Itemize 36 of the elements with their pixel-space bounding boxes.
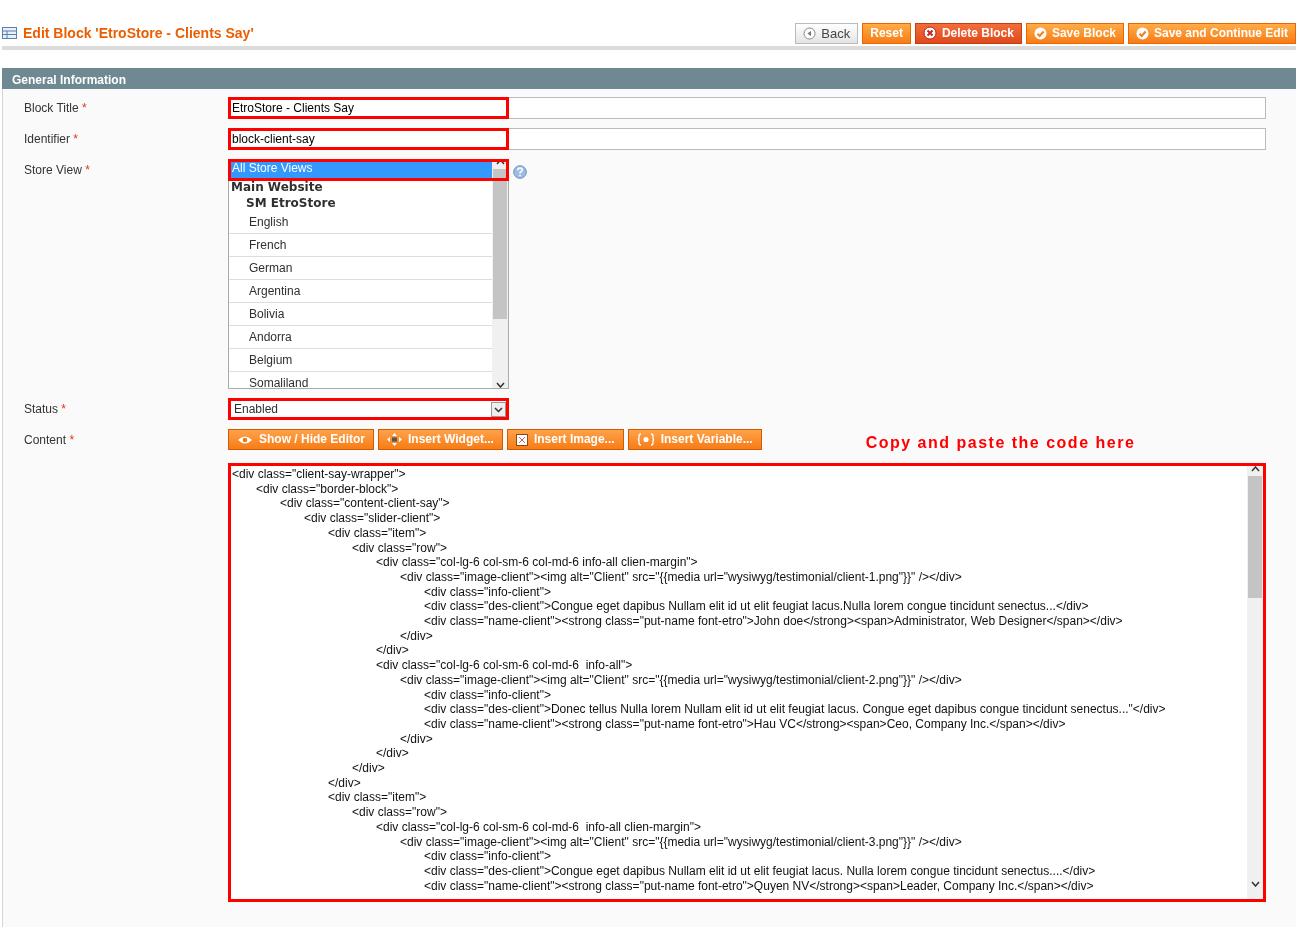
eye-icon xyxy=(237,434,253,445)
scrollbar[interactable] xyxy=(1247,466,1263,899)
field-label: Identifier * xyxy=(24,132,79,146)
store-option[interactable]: Belgium xyxy=(229,349,492,372)
code-text: <div class="client-say-wrapper"> <div class="border-block"> <div class="content-client-say"> <div class="slider-client"> <div class="item"> <div class="row"> <div class="col-lg-6 col-sm-6 col-md-6 info-all clien-margin"> <div class="image-client"><img alt="Client" src="{{media url="wysiwyg/testimonial/client-1.png"}}" /></div> <div class="info-client"> <div class="des-client">Congue eget dapibus Nullam elit id ut elit feugiat lacus.Nulla lorem congue tincidunt senectus...</div> <div class="name-client"><strong class="put-name font-etro">John doe</strong><span>Administrator, Web Designer</span></div> </div> </div> <div class="col-lg-6 col-sm-6 col-md-6 info-all"> <div class="image-client"><img alt="Client" src="{{media url="wysiwyg/testimonial/client-2.png"}}" /></div> <div class="info-client"> <div class="des-client">Donec tellus Nulla lorem Nullam elit id ut elit feugiat lacus. Congue eget dapibus congue tincidunt senectus..."</div> <div class="name-client"><strong class="put-name font-etro">Hau VC</strong><span>Ceo, Company Inc.</span></div> </div> </div> </div> </div> <div class="item"> <div class="row"> <div class="col-lg-6 col-sm-6 col-md-6 info-all clien-margin"> <div class="image-client"><img alt="Client" src="{{media url="wysiwyg/testimonial/client-3.png"}}" /></div> <div class="info-client"> <div class="des-client">Congue eget dapibus Nullam elit id ut elit feugiat lacus. Nulla lorem congue tincidunt senectus....</div> <div class="name-client"><strong class="put-name font-etro">Quyen NV</strong><span>Leader, Company Inc.</span></div> xyxy=(231,466,1167,895)
check-circle-icon xyxy=(1136,26,1149,40)
page-title: Edit Block 'EtroStore - Clients Say' xyxy=(23,23,254,43)
scrollbar-thumb[interactable] xyxy=(1248,476,1262,598)
store-option[interactable]: English xyxy=(229,211,492,234)
store-option[interactable]: Andorra xyxy=(229,326,492,349)
scrollbar[interactable] xyxy=(492,159,508,388)
braces-icon xyxy=(636,433,655,446)
text-input[interactable]: block-client-say xyxy=(228,128,1266,150)
check-circle-icon xyxy=(1033,26,1047,40)
close-icon xyxy=(922,26,937,40)
text-input[interactable]: EtroStore - Clients Say xyxy=(228,97,1266,119)
scrollbar-thumb[interactable] xyxy=(493,169,507,319)
field-label: Content * xyxy=(24,433,75,447)
section-header: General Information xyxy=(2,68,1296,89)
option-group-label: Main Website xyxy=(230,179,324,195)
field-label: Block Title * xyxy=(24,101,87,115)
option-group-label: SM EtroStore xyxy=(245,195,337,211)
status-select[interactable]: Enabled xyxy=(228,398,509,420)
store-option[interactable]: French xyxy=(229,234,492,257)
field-label: Store View * xyxy=(24,163,90,177)
store-option[interactable]: Bolivia xyxy=(229,303,492,326)
store-option[interactable]: Argentina xyxy=(229,280,492,303)
back-button[interactable]: Back xyxy=(795,22,859,44)
store-view-listbox[interactable]: All Store Views Main Website SM EtroStore English French German Argentina Bolivia Andorra Belgium Somaliland xyxy=(228,159,509,389)
store-option[interactable]: German xyxy=(229,257,492,280)
crosshair-icon xyxy=(387,433,402,446)
help-icon xyxy=(513,165,527,179)
field-label: Status * xyxy=(24,402,67,416)
instruction-note: Copy and paste the code here xyxy=(865,433,1136,453)
picture-icon xyxy=(515,433,528,446)
grid-icon xyxy=(2,27,17,39)
